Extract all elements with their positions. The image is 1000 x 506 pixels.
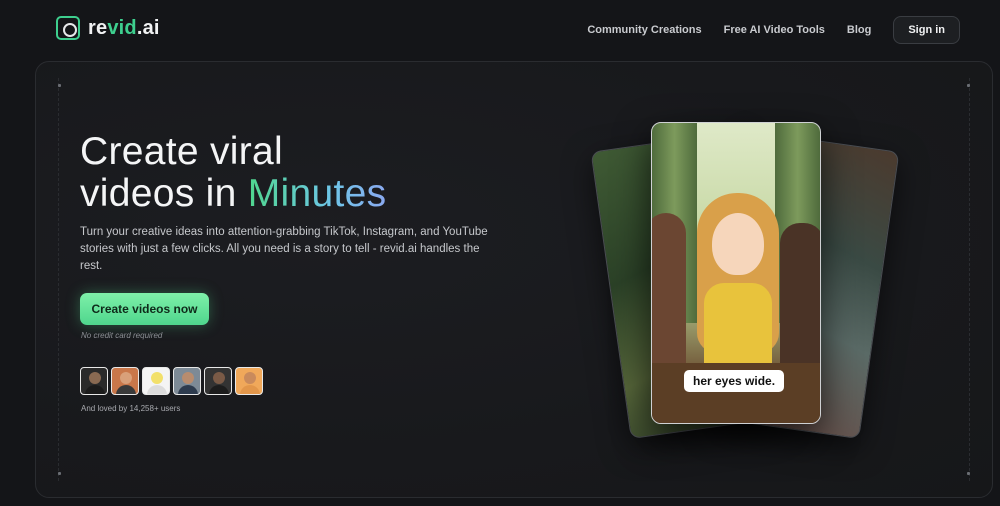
avatar xyxy=(111,367,139,395)
preview-card-main: her eyes wide. xyxy=(651,122,821,424)
avatar xyxy=(80,367,108,395)
corner-dot xyxy=(58,84,61,87)
main-nav: Community Creations Free AI Video Tools … xyxy=(565,16,960,44)
user-avatars xyxy=(80,367,263,395)
nav-community-creations[interactable]: Community Creations xyxy=(587,24,701,36)
hero-title: Create viral videos in Minutes xyxy=(80,130,387,215)
character-face xyxy=(712,213,764,275)
avatar xyxy=(235,367,263,395)
corner-dot xyxy=(967,472,970,475)
brand-logo[interactable]: revid.ai xyxy=(56,16,160,40)
nav-blog[interactable]: Blog xyxy=(847,24,871,36)
title-accent-word: Minutes xyxy=(247,172,387,215)
avatar xyxy=(204,367,232,395)
nav-free-ai-video-tools[interactable]: Free AI Video Tools xyxy=(724,24,825,36)
top-nav-bar: revid.ai Community Creations Free AI Vid… xyxy=(0,0,1000,58)
no-credit-card-note: No credit card required xyxy=(81,331,163,340)
create-videos-button[interactable]: Create videos now xyxy=(80,293,209,325)
character-dress xyxy=(704,283,772,363)
sign-in-button[interactable]: Sign in xyxy=(893,16,960,44)
avatar xyxy=(173,367,201,395)
brand-name: revid.ai xyxy=(88,16,160,39)
loved-by-count: And loved by 14,258+ users xyxy=(81,404,181,413)
corner-dot xyxy=(967,84,970,87)
avatar xyxy=(142,367,170,395)
hero-subtitle: Turn your creative ideas into attention-… xyxy=(80,226,488,272)
camera-lens-icon xyxy=(56,16,80,40)
corner-dot xyxy=(58,472,61,475)
video-preview-stack: her eyes wide. xyxy=(580,120,900,440)
character-left xyxy=(652,213,686,383)
video-caption: her eyes wide. xyxy=(684,370,785,392)
